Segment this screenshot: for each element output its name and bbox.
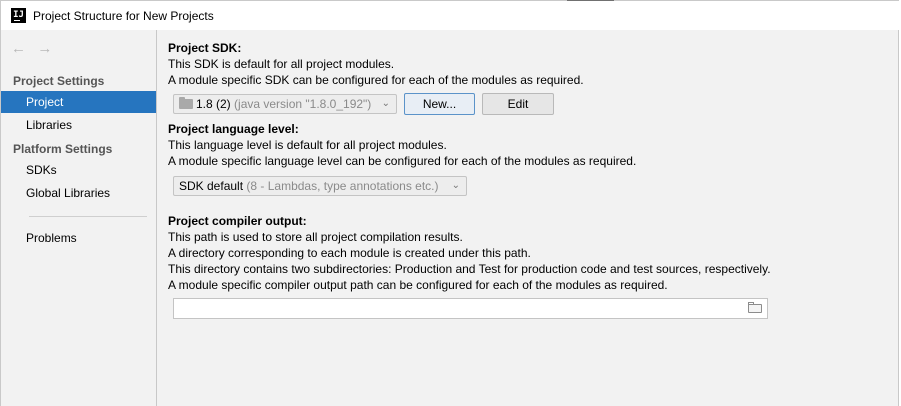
compiler-output-description-2: A directory corresponding to each module…: [168, 246, 531, 260]
sidebar: ← → Project Settings Project Libraries P…: [1, 30, 157, 406]
sdk-select[interactable]: 1.8 (2) (java version "1.8.0_192") ⌄: [173, 94, 397, 114]
compiler-output-path-field[interactable]: [173, 298, 768, 319]
sdk-heading: Project SDK:: [168, 41, 242, 55]
new-sdk-button[interactable]: New...: [404, 93, 475, 115]
sdk-description-1: This SDK is default for all project modu…: [168, 57, 395, 71]
language-level-select[interactable]: SDK default (8 - Lambdas, type annotatio…: [173, 176, 467, 196]
chevron-down-icon: ⌄: [451, 180, 460, 191]
platform-settings-header: Platform Settings: [13, 142, 113, 156]
edit-sdk-button[interactable]: Edit: [482, 93, 554, 115]
language-level-detail: (8 - Lambdas, type annotations etc.): [246, 179, 439, 193]
language-level-value: SDK default: [179, 179, 244, 193]
sidebar-divider: [29, 216, 147, 217]
language-level-description-2: A module specific language level can be …: [168, 154, 637, 168]
sidebar-item-global-libraries[interactable]: Global Libraries: [1, 182, 156, 204]
forward-arrow-icon[interactable]: →: [37, 40, 52, 57]
intellij-app-icon: IJ: [11, 8, 26, 23]
folder-browse-icon[interactable]: [748, 302, 762, 313]
back-arrow-icon[interactable]: ←: [11, 40, 26, 57]
sdk-select-detail: (java version "1.8.0_192"): [234, 97, 372, 111]
language-level-heading: Project language level:: [168, 122, 299, 136]
project-structure-dialog: ← → Project Settings Project Libraries P…: [0, 30, 899, 406]
window-edge-line: [567, 0, 614, 1]
sidebar-item-libraries[interactable]: Libraries: [1, 114, 156, 136]
project-settings-header: Project Settings: [13, 74, 105, 88]
title-bar: IJ Project Structure for New Projects: [0, 0, 899, 30]
sdk-select-value: 1.8 (2): [196, 97, 231, 111]
language-level-description-1: This language level is default for all p…: [168, 138, 447, 152]
compiler-output-heading: Project compiler output:: [168, 214, 307, 228]
nav-arrows: ← →: [11, 40, 60, 57]
sdk-description-2: A module specific SDK can be configured …: [168, 73, 584, 87]
sidebar-item-project[interactable]: Project: [1, 91, 156, 113]
window-title: Project Structure for New Projects: [33, 9, 214, 23]
sidebar-item-problems[interactable]: Problems: [1, 227, 156, 249]
compiler-output-description-3: This directory contains two subdirectori…: [168, 262, 771, 276]
compiler-output-description-1: This path is used to store all project c…: [168, 230, 463, 244]
chevron-down-icon: ⌄: [381, 98, 390, 109]
project-settings-panel: Project SDK: This SDK is default for all…: [157, 30, 898, 406]
sidebar-item-sdks[interactable]: SDKs: [1, 159, 156, 181]
compiler-output-description-4: A module specific compiler output path c…: [168, 278, 668, 292]
sdk-folder-icon: [179, 97, 193, 109]
